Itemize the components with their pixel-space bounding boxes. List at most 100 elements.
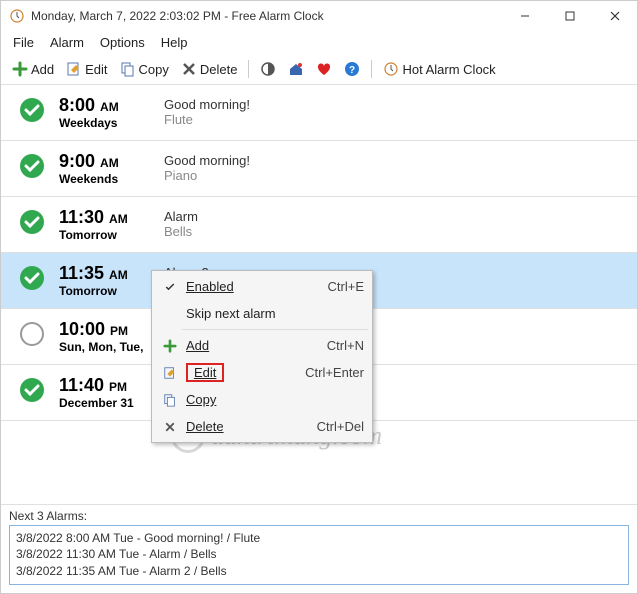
enabled-icon xyxy=(19,377,45,403)
home-button[interactable] xyxy=(283,58,309,80)
ctx-skip-label: Skip next alarm xyxy=(186,306,364,321)
ctx-edit-label: Edit xyxy=(194,365,216,380)
hot-label: Hot Alarm Clock xyxy=(402,62,495,77)
copy-icon xyxy=(160,390,180,410)
time-column: 11:40 PMDecember 31 xyxy=(59,375,164,410)
add-label: Add xyxy=(31,62,54,77)
alarm-time: 11:35 AM xyxy=(59,263,164,284)
ctx-enabled-label: Enabled xyxy=(186,279,234,294)
ctx-delete-shortcut: Ctrl+Del xyxy=(317,419,364,434)
menubar: File Alarm Options Help xyxy=(1,31,637,54)
plus-icon xyxy=(160,336,180,356)
time-column: 8:00 AMWeekdays xyxy=(59,95,164,130)
alarm-time: 10:00 PM xyxy=(59,319,164,340)
toolbar-separator xyxy=(248,60,249,78)
window-title: Monday, March 7, 2022 2:03:02 PM - Free … xyxy=(31,9,502,23)
menu-help[interactable]: Help xyxy=(153,33,196,52)
ctx-copy-label: Copy xyxy=(186,392,216,407)
alarm-time: 11:40 PM xyxy=(59,375,164,396)
edit-icon xyxy=(160,363,180,383)
edit-label: Edit xyxy=(85,62,107,77)
theme-button[interactable] xyxy=(255,58,281,80)
hot-alarm-button[interactable]: Hot Alarm Clock xyxy=(378,58,500,80)
next-alarm-line: 3/8/2022 8:00 AM Tue - Good morning! / F… xyxy=(16,530,622,547)
alarm-time: 9:00 AM xyxy=(59,151,164,172)
ctx-add-label: Add xyxy=(186,338,209,353)
copy-label: Copy xyxy=(139,62,169,77)
ctx-separator xyxy=(182,329,368,330)
disabled-icon xyxy=(19,321,45,347)
edit-button[interactable]: Edit xyxy=(61,58,112,80)
ctx-enabled[interactable]: Enabled Ctrl+E xyxy=(154,273,370,300)
help-icon: ? xyxy=(344,61,360,77)
maximize-button[interactable] xyxy=(547,1,592,31)
delete-icon xyxy=(160,417,180,437)
next-alarms-panel: Next 3 Alarms: 3/8/2022 8:00 AM Tue - Go… xyxy=(1,504,637,593)
next-alarm-line: 3/8/2022 11:35 AM Tue - Alarm 2 / Bells xyxy=(16,563,622,580)
svg-text:?: ? xyxy=(349,65,355,76)
toolbar: Add Edit Copy Delete ? Hot Alarm Clock xyxy=(1,54,637,85)
alarm-title: Good morning! xyxy=(164,153,625,168)
add-button[interactable]: Add xyxy=(7,58,59,80)
alarm-schedule: December 31 xyxy=(59,396,164,410)
alarm-schedule: Tomorrow xyxy=(59,228,164,242)
close-button[interactable] xyxy=(592,1,637,31)
time-column: 10:00 PMSun, Mon, Tue, xyxy=(59,319,164,354)
alarm-schedule: Weekends xyxy=(59,172,164,186)
time-column: 11:30 AMTomorrow xyxy=(59,207,164,242)
ctx-edit[interactable]: Edit Ctrl+Enter xyxy=(154,359,370,386)
enabled-icon xyxy=(19,265,45,291)
plus-icon xyxy=(12,61,28,77)
enabled-icon xyxy=(19,209,45,235)
edit-icon xyxy=(66,61,82,77)
alarm-title: Good morning! xyxy=(164,97,625,112)
ctx-enabled-shortcut: Ctrl+E xyxy=(328,279,364,294)
hot-clock-icon xyxy=(383,61,399,77)
alarm-time: 11:30 AM xyxy=(59,207,164,228)
alarm-schedule: Weekdays xyxy=(59,116,164,130)
ctx-skip[interactable]: Skip next alarm xyxy=(154,300,370,327)
help-button[interactable]: ? xyxy=(339,58,365,80)
alarm-row[interactable]: 11:30 AMTomorrowAlarmBells xyxy=(1,197,637,253)
info-column: Good morning!Flute xyxy=(164,95,625,127)
info-column: AlarmBells xyxy=(164,207,625,239)
toolbar-separator xyxy=(371,60,372,78)
next-alarms-header: Next 3 Alarms: xyxy=(9,509,629,523)
window-controls xyxy=(502,1,637,31)
minimize-button[interactable] xyxy=(502,1,547,31)
time-column: 9:00 AMWeekends xyxy=(59,151,164,186)
heart-icon xyxy=(316,61,332,77)
ctx-copy[interactable]: Copy xyxy=(154,386,370,413)
home-icon xyxy=(288,61,304,77)
ctx-add-shortcut: Ctrl+N xyxy=(327,338,364,353)
info-column: Good morning!Piano xyxy=(164,151,625,183)
next-alarm-line: 3/8/2022 11:30 AM Tue - Alarm / Bells xyxy=(16,546,622,563)
titlebar: Monday, March 7, 2022 2:03:02 PM - Free … xyxy=(1,1,637,31)
ctx-delete[interactable]: Delete Ctrl+Del xyxy=(154,413,370,440)
alarm-sound: Flute xyxy=(164,112,625,127)
menu-options[interactable]: Options xyxy=(92,33,153,52)
delete-label: Delete xyxy=(200,62,238,77)
context-menu: Enabled Ctrl+E Skip next alarm Add Ctrl+… xyxy=(151,270,373,443)
next-alarms-list: 3/8/2022 8:00 AM Tue - Good morning! / F… xyxy=(9,525,629,585)
delete-icon xyxy=(181,61,197,77)
menu-file[interactable]: File xyxy=(5,33,42,52)
app-icon xyxy=(9,8,25,24)
copy-button[interactable]: Copy xyxy=(115,58,174,80)
contrast-icon xyxy=(260,61,276,77)
alarm-row[interactable]: 9:00 AMWeekendsGood morning!Piano xyxy=(1,141,637,197)
ctx-add[interactable]: Add Ctrl+N xyxy=(154,332,370,359)
alarm-title: Alarm xyxy=(164,209,625,224)
enabled-icon xyxy=(19,97,45,123)
ctx-edit-shortcut: Ctrl+Enter xyxy=(305,365,364,380)
delete-button[interactable]: Delete xyxy=(176,58,243,80)
app-window: Monday, March 7, 2022 2:03:02 PM - Free … xyxy=(0,0,638,594)
copy-icon xyxy=(120,61,136,77)
alarm-row[interactable]: 8:00 AMWeekdaysGood morning!Flute xyxy=(1,85,637,141)
menu-alarm[interactable]: Alarm xyxy=(42,33,92,52)
alarm-sound: Piano xyxy=(164,168,625,183)
favorite-button[interactable] xyxy=(311,58,337,80)
alarm-schedule: Tomorrow xyxy=(59,284,164,298)
alarm-sound: Bells xyxy=(164,224,625,239)
enabled-icon xyxy=(19,153,45,179)
